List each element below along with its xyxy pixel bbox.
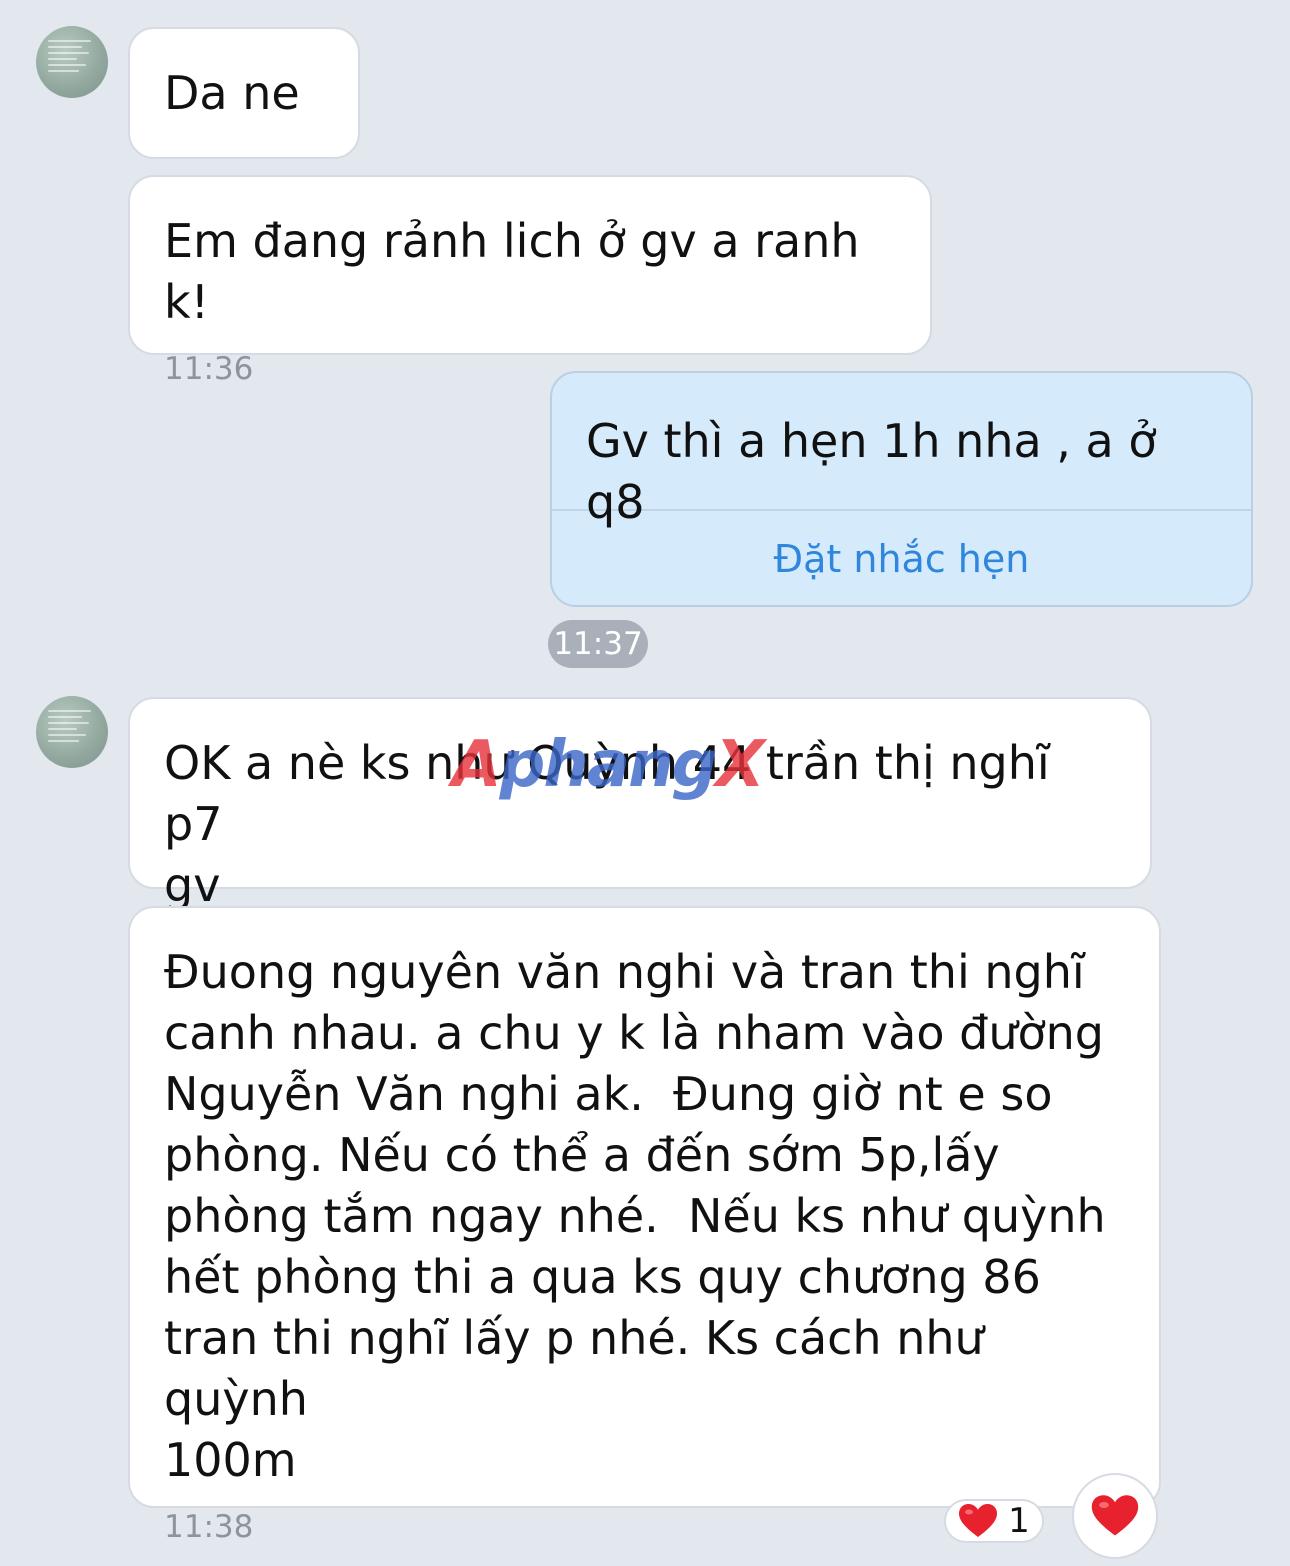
received-message[interactable]: Đuong nguyên văn nghi và tran thi nghĩ c… [128, 906, 1161, 1545]
reaction-count: 1 [1008, 1501, 1030, 1541]
react-button[interactable] [1072, 1473, 1158, 1559]
sent-message[interactable]: Gv thì a hẹn 1h nha , a ở q8 Đặt nhắc hẹ… [550, 371, 1253, 607]
message-text: Da ne [164, 66, 300, 120]
reaction-summary[interactable]: 1 [944, 1499, 1044, 1543]
message-text: Em đang rảnh lich ở gv a ranh k! [164, 214, 875, 329]
chat-thread: Da ne Em đang rảnh lich ở gv a ranh k! 1… [0, 0, 1290, 1566]
time-divider: 11:37 [548, 620, 648, 668]
received-message[interactable]: Da ne [128, 27, 360, 159]
received-message[interactable]: OK a nè ks như Quỳnh 44 trần thị nghĩ p7… [128, 697, 1152, 912]
message-text: OK a nè ks như Quỳnh 44 trần thị nghĩ p7… [164, 736, 1050, 912]
message-text: Đuong nguyên văn nghi và tran thi nghĩ c… [164, 945, 1106, 1487]
heart-icon [1090, 1494, 1140, 1538]
received-message[interactable]: Em đang rảnh lich ở gv a ranh k! 11:36 [128, 175, 932, 387]
heart-icon [958, 1503, 998, 1539]
contact-avatar[interactable] [36, 696, 108, 768]
message-text: Gv thì a hẹn 1h nha , a ở q8 [586, 414, 1157, 529]
set-reminder-button[interactable]: Đặt nhắc hẹn [552, 511, 1251, 605]
contact-avatar[interactable] [36, 26, 108, 98]
